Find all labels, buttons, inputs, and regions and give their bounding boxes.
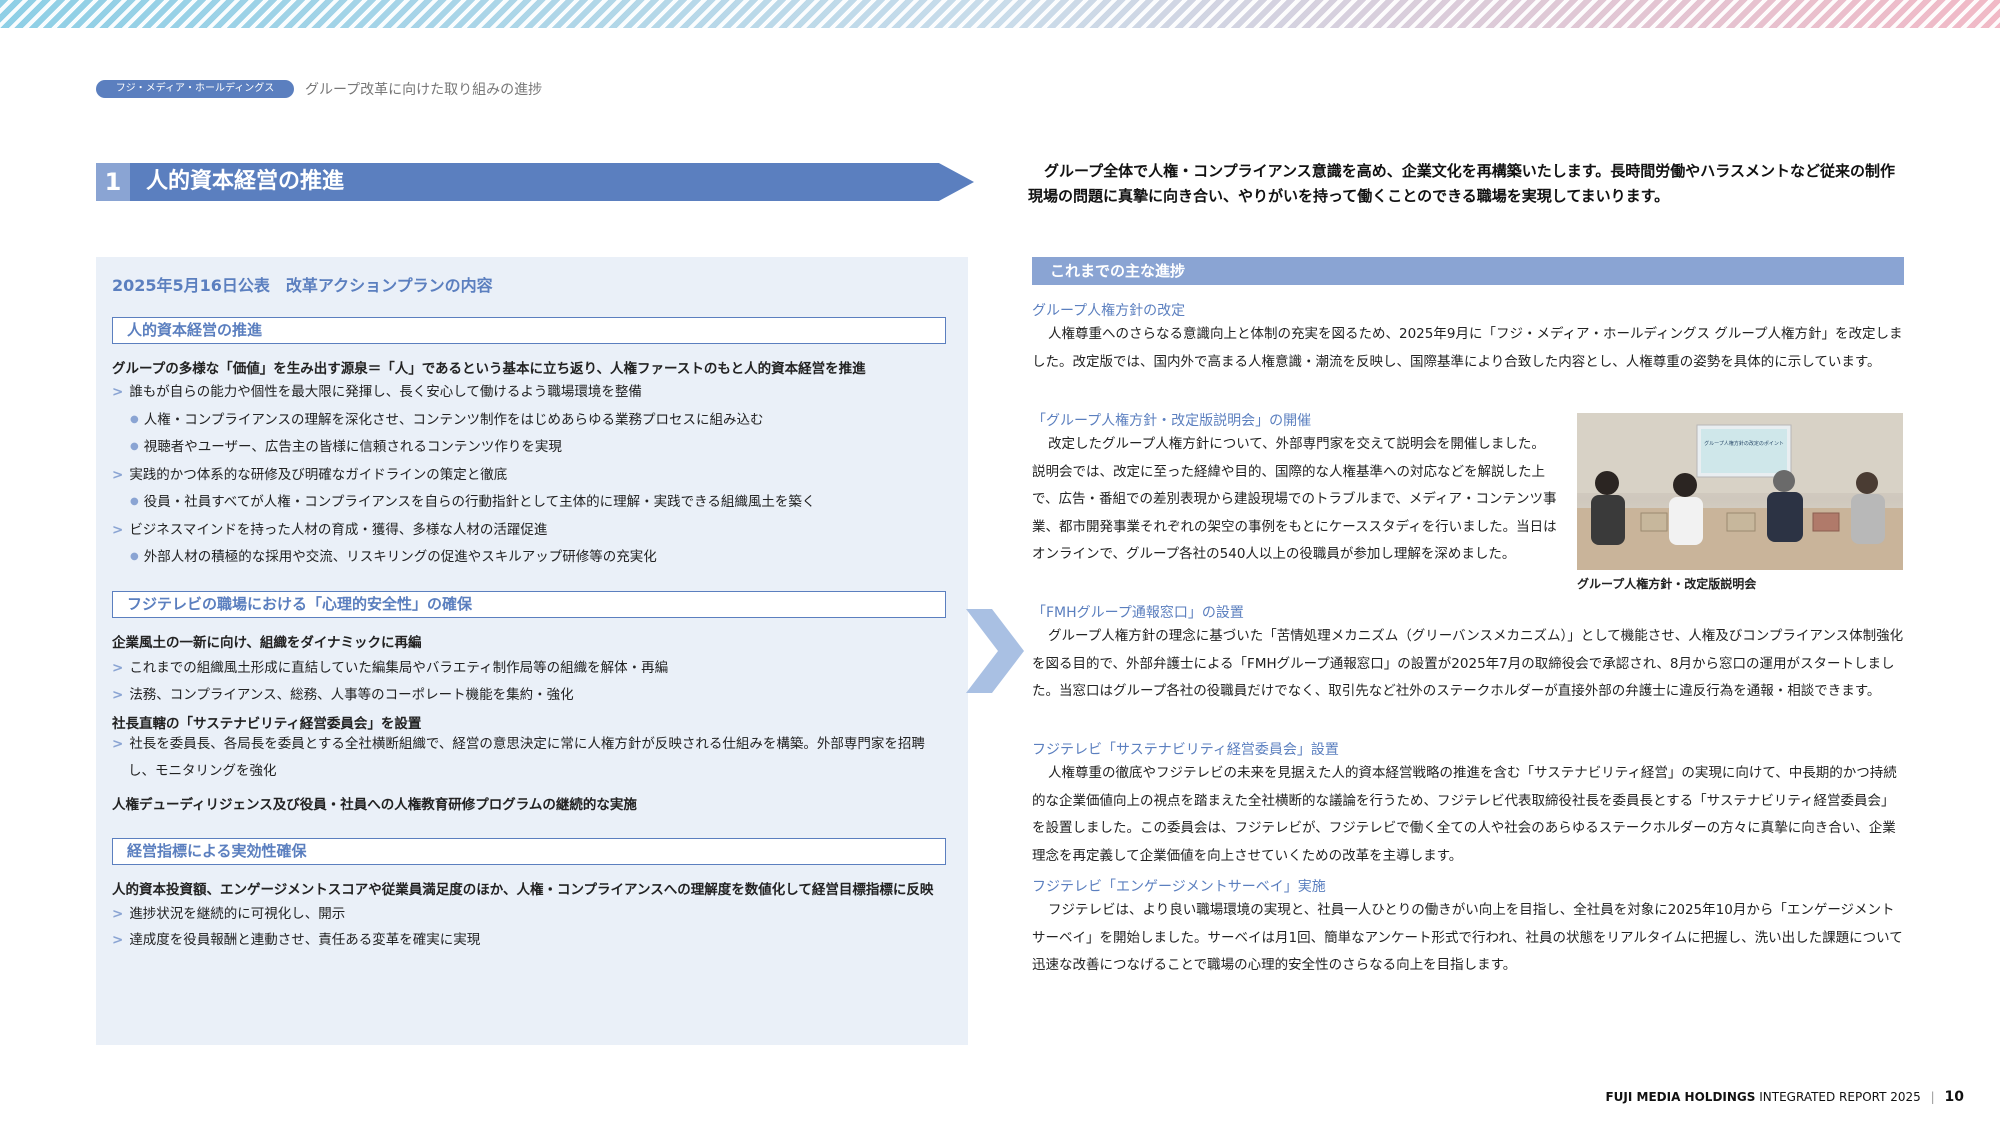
box2-bullet-1: > これまでの組織風土形成に直結していた編集局やバラエティ制作局等の組織を解体・再… [112,660,669,676]
chevron-right-icon: > [112,736,124,752]
progress-item-title-4: フジテレビ「サステナビリティ経営委員会」設置 [1032,742,1339,758]
progress-item-text-2: 改定したグループ人権方針について、外部専門家を交えて説明会を開催しました。説明会… [1032,436,1557,562]
box1-lead: グループの多様な「価値」を生み出す源泉＝「人」であるという基本に立ち返り、人権フ… [112,361,866,377]
dot-icon: ● [130,551,139,562]
chevron-right-icon: > [112,522,124,538]
footer-report: INTEGRATED REPORT 2025 [1759,1090,1921,1104]
photo-slide-text: グループ人権方針の改定のポイント [1704,440,1784,447]
section-number: 1 [96,163,130,201]
footer-brand: FUJI MEDIA HOLDINGS [1605,1090,1756,1104]
footer-divider: | [1930,1090,1935,1104]
chevron-right-icon: > [112,687,124,703]
progress-heading: これまでの主な進捗 [1032,257,1904,285]
progress-item-title-2: 「グループ人権方針・改定版説明会」の開催 [1032,413,1312,429]
photo-caption: グループ人権方針・改定版説明会 [1577,577,1757,591]
breadcrumb: グループ改革に向けた取り組みの進捗 [305,82,543,98]
chevron-right-icon: > [112,384,124,400]
box2-lead-3: 人権デューディリジェンス及び役員・社員への人権教育研修プログラムの継続的な実施 [112,797,637,813]
intro-text: グループ全体で人権・コンプライアンス意識を高め、企業文化を再構築いたします。長時… [1028,162,1895,205]
dot-icon: ● [130,441,139,452]
chevron-right-icon: > [112,467,124,483]
box1-bullet-1: > 誰もが自らの能力や個性を最大限に発揮し、長く安心して働けるよう職場環境を整備 [112,384,642,400]
box1-subbullet-4: ● 外部人材の積極的な採用や交流、リスキリングの促進やスキルアップ研修等の充実化 [130,549,657,565]
progress-item-title-5: フジテレビ「エンゲージメントサーベイ」実施 [1032,879,1326,895]
top-decorative-stripes [0,0,2000,28]
progress-item-text-4: 人権尊重の徹底やフジテレビの未来を見据えた人的資本経営戦略の推進を含む「サステナ… [1032,765,1897,864]
box2-bullet-3: > 社長を委員長、各局長を委員とする全社横断組織で、経営の意思決定に常に人権方針が… [112,736,925,779]
chevron-right-icon: > [112,906,124,922]
briefing-photo: グループ人権方針の改定のポイント [1577,413,1903,570]
progress-item-text-3: グループ人権方針の理念に基づいた「苦情処理メカニズム（グリーバンスメカニズム）」… [1032,628,1904,699]
action-plan-panel: 2025年5月16日公表 改革アクションプランの内容 人的資本経営の推進 グルー… [96,257,968,1045]
dot-icon: ● [130,414,139,425]
box1-subbullet-1: ● 人権・コンプライアンスの理解を深化させ、コンテンツ制作をはじめあらゆる業務プロ… [130,412,764,428]
box3-bullet-1: > 進捗状況を継続的に可視化し、開示 [112,906,346,922]
box2-lead-2: 社長直轄の「サステナビリティ経営委員会」を設置 [112,716,422,732]
section-header: 1 人的資本経営の推進 [96,163,974,201]
box1-subbullet-2: ● 視聴者やユーザー、広告主の皆様に信頼されるコンテンツ作りを実現 [130,439,562,455]
progress-item-text-5: フジテレビは、より良い職場環境の実現と、社員一人ひとりの働きがい向上を目指し、全… [1032,902,1903,973]
box3-lead: 人的資本投資額、エンゲージメントスコアや従業員満足度のほか、人権・コンプライアン… [112,882,934,898]
box-title-management-indicators: 経営指標による実効性確保 [112,838,946,865]
company-pill: フジ・メディア・ホールディングス [96,80,294,98]
page-footer: FUJI MEDIA HOLDINGS INTEGRATED REPORT 20… [1605,1089,1964,1105]
box2-lead-1: 企業風土の一新に向け、組織をダイナミックに再編 [112,635,422,651]
progress-item-text-1: 人権尊重へのさらなる意識向上と体制の充実を図るため、2025年9月に「フジ・メデ… [1032,326,1903,370]
section-title: 人的資本経営の推進 [146,169,345,194]
box-title-psychological-safety: フジテレビの職場における「心理的安全性」の確保 [112,591,946,618]
arrow-right-icon [966,609,1024,693]
progress-item-title-1: グループ人権方針の改定 [1032,303,1186,319]
box1-subbullet-3: ● 役員・社員すべてが人権・コンプライアンスを自らの行動指針として主体的に理解・実… [130,494,816,510]
box3-bullet-2: > 達成度を役員報酬と連動させ、責任ある変革を確実に実現 [112,932,481,948]
page-number: 10 [1944,1089,1964,1105]
chevron-right-icon: > [112,932,124,948]
box-title-human-capital: 人的資本経営の推進 [112,317,946,344]
box1-bullet-2: > 実践的かつ体系的な研修及び明確なガイドラインの策定と徹底 [112,467,508,483]
action-plan-heading: 2025年5月16日公表 改革アクションプランの内容 [112,276,493,295]
dot-icon: ● [130,496,139,507]
box2-bullet-2: > 法務、コンプライアンス、総務、人事等のコーポレート機能を集約・強化 [112,687,574,703]
progress-item-title-3: 「FMHグループ通報窓口」の設置 [1032,605,1244,621]
box1-bullet-3: > ビジネスマインドを持った人材の育成・獲得、多様な人材の活躍促進 [112,522,548,538]
chevron-right-icon: > [112,660,124,676]
